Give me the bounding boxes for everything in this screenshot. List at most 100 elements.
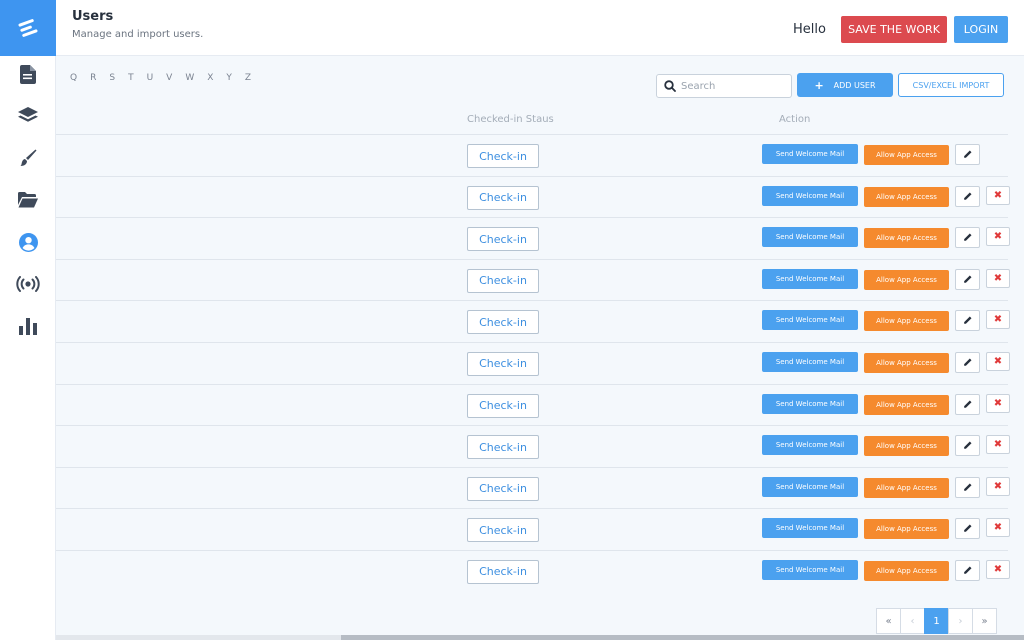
allow-app-access-button[interactable]: Allow App Access [864,269,949,290]
check-in-button[interactable]: Check-in [467,393,539,418]
allow-app-access-button[interactable]: Allow App Access [864,519,949,540]
save-work-button[interactable]: SAVE THE WORK [841,16,947,43]
check-in-button[interactable]: Check-in [467,476,539,501]
table-row: Check-in Send Welcome Mail Allow App Acc… [56,426,1010,468]
add-user-button[interactable]: + ADD USER [797,73,893,97]
pagination-first[interactable]: « [876,608,901,634]
letter-filter-r[interactable]: R [90,73,96,83]
send-welcome-mail-button[interactable]: Send Welcome Mail [762,393,858,414]
close-icon: ✖ [993,439,1003,451]
sidebar-item-broadcast[interactable] [0,263,56,305]
check-in-button[interactable]: Check-in [467,268,539,293]
check-in-button[interactable]: Check-in [467,518,539,543]
alphabet-filter: Q R S T U V W X Y Z [70,73,264,83]
pagination-prev[interactable]: ‹ [900,608,925,634]
pagination-next[interactable]: › [948,608,973,634]
allow-app-access-button[interactable]: Allow App Access [864,560,949,581]
close-icon: ✖ [993,563,1003,575]
sidebar-item-reports[interactable] [0,305,56,347]
user-circle-icon [18,232,38,252]
edit-button[interactable] [955,268,980,290]
sidebar-item-documents[interactable] [0,53,56,95]
horizontal-scrollbar[interactable] [56,635,1024,640]
edit-button[interactable] [955,435,980,457]
check-in-button[interactable]: Check-in [467,227,539,252]
letter-filter-v[interactable]: V [166,73,172,83]
delete-button[interactable]: ✖ [986,393,1010,413]
close-icon: ✖ [993,231,1003,243]
edit-button[interactable] [955,559,980,581]
pencil-icon [964,358,972,366]
allow-app-access-button[interactable]: Allow App Access [864,145,949,165]
sidebar-item-design[interactable] [0,137,56,179]
edit-button[interactable] [955,476,980,498]
sidebar-item-users[interactable] [0,221,56,263]
check-in-button[interactable]: Check-in [467,351,539,376]
send-welcome-mail-button[interactable]: Send Welcome Mail [762,227,858,248]
allow-app-access-button[interactable]: Allow App Access [864,436,949,457]
search-input[interactable] [681,78,787,94]
send-welcome-mail-button[interactable]: Send Welcome Mail [762,559,858,580]
document-icon [20,64,36,84]
table-header: Checked-in Staus Action [56,108,1008,135]
sidebar [0,0,56,640]
letter-filter-s[interactable]: S [109,73,115,83]
letter-filter-u[interactable]: U [147,73,154,83]
edit-button[interactable] [955,518,980,540]
send-welcome-mail-button[interactable]: Send Welcome Mail [762,310,858,331]
delete-button[interactable]: ✖ [986,227,1010,247]
pencil-icon [964,566,972,574]
delete-button[interactable]: ✖ [986,185,1010,205]
send-welcome-mail-button[interactable]: Send Welcome Mail [762,144,858,164]
edit-button[interactable] [955,351,980,373]
edit-button[interactable] [955,227,980,249]
allow-app-access-button[interactable]: Allow App Access [864,394,949,415]
letter-filter-z[interactable]: Z [245,73,251,83]
delete-button[interactable]: ✖ [986,518,1010,538]
letter-filter-x[interactable]: X [207,73,213,83]
close-icon: ✖ [993,480,1003,492]
close-icon: ✖ [993,314,1003,326]
delete-button[interactable]: ✖ [986,351,1010,371]
send-welcome-mail-button[interactable]: Send Welcome Mail [762,268,858,289]
allow-app-access-button[interactable]: Allow App Access [864,186,949,207]
check-in-button[interactable]: Check-in [467,310,539,335]
csv-import-button[interactable]: CSV/EXCEL IMPORT [898,73,1004,97]
allow-app-access-button[interactable]: Allow App Access [864,477,949,498]
allow-app-access-button[interactable]: Allow App Access [864,352,949,373]
send-welcome-mail-button[interactable]: Send Welcome Mail [762,351,858,372]
edit-button[interactable] [955,310,980,332]
edit-button[interactable] [955,393,980,415]
send-welcome-mail-button[interactable]: Send Welcome Mail [762,435,858,456]
delete-button[interactable]: ✖ [986,310,1010,330]
delete-button[interactable]: ✖ [986,435,1010,455]
check-in-button[interactable]: Check-in [467,185,539,210]
letter-filter-q[interactable]: Q [70,73,77,83]
delete-button[interactable]: ✖ [986,268,1010,288]
letter-filter-y[interactable]: Y [226,73,232,83]
sidebar-item-files[interactable] [0,179,56,221]
scrollbar-thumb[interactable] [341,635,1024,640]
check-in-button[interactable]: Check-in [467,144,539,168]
delete-button[interactable]: ✖ [986,559,1010,579]
allow-app-access-button[interactable]: Allow App Access [864,228,949,249]
letter-filter-t[interactable]: T [128,73,134,83]
allow-app-access-button[interactable]: Allow App Access [864,311,949,332]
send-welcome-mail-button[interactable]: Send Welcome Mail [762,185,858,206]
edit-button[interactable] [955,144,980,165]
edit-button[interactable] [955,185,980,207]
pagination-last[interactable]: » [972,608,997,634]
sidebar-item-layers[interactable] [0,95,56,137]
app-logo[interactable] [0,0,56,56]
pagination-page-1[interactable]: 1 [924,608,949,634]
column-header-status: Checked-in Staus [467,114,554,125]
table-row: Check-in Send Welcome Mail Allow App Acc… [56,385,1010,427]
send-welcome-mail-button[interactable]: Send Welcome Mail [762,476,858,497]
login-button[interactable]: LOGIN [954,16,1008,43]
users-table-body: Check-in Send Welcome Mail Allow App Acc… [56,135,1010,593]
check-in-button[interactable]: Check-in [467,435,539,460]
delete-button[interactable]: ✖ [986,476,1010,496]
check-in-button[interactable]: Check-in [467,559,539,584]
letter-filter-w[interactable]: W [185,73,194,83]
send-welcome-mail-button[interactable]: Send Welcome Mail [762,518,858,539]
